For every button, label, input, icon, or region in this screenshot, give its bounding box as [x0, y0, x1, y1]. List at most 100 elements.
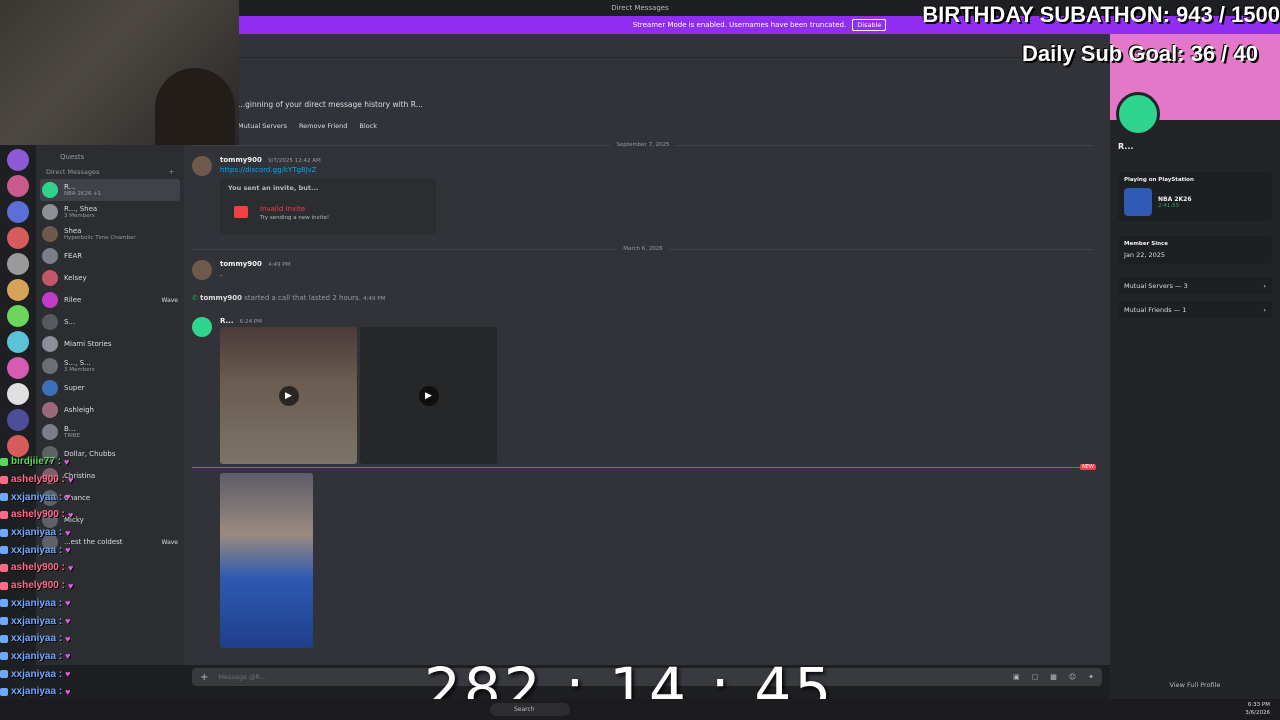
dm-item-text: Miami Stories: [64, 340, 112, 348]
author-name[interactable]: R...: [220, 317, 234, 325]
chat-username: xxjaniyaa :: [11, 668, 63, 680]
dm-item-name: Ashleigh: [64, 406, 94, 414]
dm-item[interactable]: FEAR: [36, 245, 184, 267]
chat-badge-icon: [0, 581, 8, 590]
dm-item-text: Super: [64, 384, 85, 392]
wave-button[interactable]: Wave: [162, 297, 178, 304]
chat-badge-icon: [0, 563, 8, 572]
dm-item[interactable]: S...: [36, 311, 184, 333]
invite-link[interactable]: https://discord.gg/kYTg8JvZ: [220, 166, 316, 174]
heart-emote-icon: ♥: [65, 651, 71, 662]
emoji-icon[interactable]: ☺: [1069, 673, 1076, 681]
server-icon[interactable]: [7, 175, 29, 197]
avatar: [42, 336, 58, 352]
avatar: [42, 182, 58, 198]
chat-username: xxjaniyaa :: [11, 527, 63, 539]
server-icon[interactable]: [7, 201, 29, 223]
chat-line: ashely900 : ♥: [0, 577, 130, 595]
dm-item[interactable]: B... TRIBE: [36, 421, 184, 443]
mutual-servers-button[interactable]: Mutual Servers: [238, 120, 287, 132]
server-icon[interactable]: [7, 305, 29, 327]
author-name[interactable]: tommy900: [220, 156, 262, 164]
screen: Direct Messages Streamer Mode is enabled…: [0, 0, 1280, 720]
message-header: tommy900 4:49 PM: [220, 260, 290, 268]
apps-icon[interactable]: ✦: [1088, 673, 1094, 681]
chat-line: ashely900 : ♥: [0, 471, 130, 489]
view-full-profile-link[interactable]: View Full Profile: [1110, 681, 1280, 689]
heart-emote-icon: ♥: [67, 580, 74, 591]
dm-item[interactable]: Ashleigh: [36, 399, 184, 421]
video-attachment[interactable]: ▶: [220, 327, 357, 464]
dm-item-name: R...: [64, 182, 76, 191]
dm-item[interactable]: Kelsey: [36, 267, 184, 289]
invite-card-title: You sent an invite, but...: [228, 184, 319, 192]
server-icon[interactable]: [7, 357, 29, 379]
chat-line: xxjaniyaa : ♥: [0, 612, 130, 630]
avatar[interactable]: [192, 156, 212, 176]
avatar[interactable]: [192, 260, 212, 280]
chat-username: birdjiie77 :: [11, 456, 62, 468]
image-attachment[interactable]: [220, 473, 313, 648]
quests-link[interactable]: Quests: [36, 145, 184, 165]
system-clock: 6:33 PM 3/6/2026: [1245, 701, 1270, 717]
server-icon[interactable]: [7, 227, 29, 249]
wave-button[interactable]: Wave: [162, 539, 178, 546]
dm-item[interactable]: Rilee Wave: [36, 289, 184, 311]
chat-line: xxjaniyaa : ♥: [0, 488, 130, 506]
remove-friend-button[interactable]: Remove Friend: [299, 120, 347, 132]
dm-item-text: R... NBA 2K26 +1: [64, 183, 101, 198]
avatar: [42, 270, 58, 286]
chat-line: birdjiie77 : ♥: [0, 453, 130, 471]
dm-item[interactable]: R... NBA 2K26 +1: [40, 179, 180, 201]
chat-badge-icon: [0, 528, 8, 537]
server-icon[interactable]: [7, 253, 29, 275]
game-elapsed: 2:41:55: [1158, 202, 1180, 209]
call-author[interactable]: tommy900: [200, 294, 242, 302]
dm-item[interactable]: R..., Shea 3 Members: [36, 201, 184, 223]
chat-username: xxjaniyaa :: [11, 597, 63, 609]
phone-icon: ✆: [192, 294, 198, 302]
heart-emote-icon: ♥: [67, 474, 74, 485]
server-icon[interactable]: [7, 279, 29, 301]
dm-item-text: B... TRIBE: [64, 425, 80, 440]
avatar: [42, 226, 58, 242]
video-attachment[interactable]: ▶: [360, 327, 497, 464]
dm-item-subtext: TRIBE: [64, 432, 81, 439]
avatar[interactable]: [192, 317, 212, 337]
clock-time: 6:33 PM: [1247, 702, 1270, 708]
server-icon[interactable]: [7, 383, 29, 405]
server-icon[interactable]: [7, 331, 29, 353]
dm-item[interactable]: Shea Hyperbolic Time Chamber: [36, 223, 184, 245]
dm-item-name: Shea: [64, 226, 82, 235]
mutual-friends-row[interactable]: Mutual Friends — 1 ›: [1118, 301, 1272, 319]
play-icon[interactable]: ▶: [278, 385, 299, 406]
dm-item[interactable]: S..., S... 3 Members: [36, 355, 184, 377]
block-button[interactable]: Block: [359, 120, 377, 132]
gift-icon[interactable]: ▣: [1013, 673, 1020, 681]
taskbar-search[interactable]: Search: [490, 703, 570, 716]
dm-item[interactable]: Miami Stories: [36, 333, 184, 355]
dm-item-text: Ashleigh: [64, 406, 94, 414]
mutual-servers-row[interactable]: Mutual Servers — 3 ›: [1118, 277, 1272, 295]
chevron-right-icon: ›: [1263, 282, 1266, 290]
chat-line: xxjaniyaa : ♥: [0, 683, 130, 701]
server-icon[interactable]: [7, 409, 29, 431]
message-time: 9/7/2025 12:42 AM: [268, 158, 321, 164]
server-icon[interactable]: [7, 149, 29, 171]
profile-avatar[interactable]: [1116, 92, 1160, 136]
chat-username: xxjaniyaa :: [11, 686, 63, 698]
dm-item[interactable]: Super: [36, 377, 184, 399]
gif-icon[interactable]: ▢: [1032, 673, 1039, 681]
dm-item-text: S..., S... 3 Members: [64, 359, 95, 374]
play-icon[interactable]: ▶: [418, 385, 439, 406]
author-name[interactable]: tommy900: [220, 260, 262, 268]
create-dm-icon[interactable]: +: [169, 165, 174, 179]
webcam-overlay: [0, 0, 239, 145]
user-profile-panel: R... Playing on PlayStation NBA 2K26 2:4…: [1110, 34, 1280, 699]
sticker-icon[interactable]: ▩: [1050, 673, 1057, 681]
heart-emote-icon: ♥: [65, 527, 71, 538]
dm-item-name: Super: [64, 384, 85, 392]
add-attachment-icon[interactable]: +: [200, 672, 208, 683]
message-input[interactable]: Message @R...: [218, 673, 266, 681]
disable-button[interactable]: Disable: [852, 19, 887, 31]
